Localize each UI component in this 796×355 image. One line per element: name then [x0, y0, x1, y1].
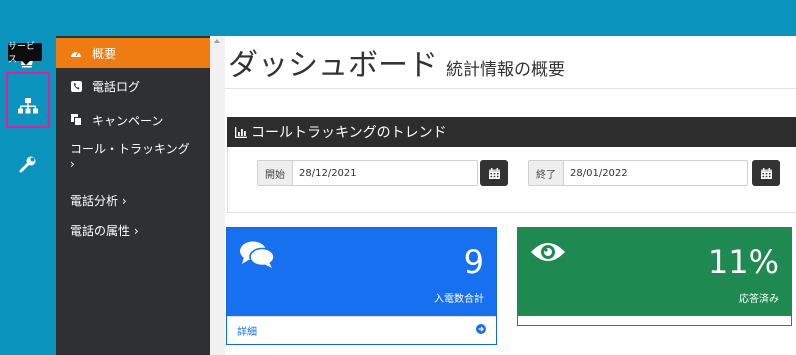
bar-chart-icon [235, 126, 247, 138]
answered-label: 応答済み [739, 294, 779, 305]
scroll-up-arrow-icon[interactable] [214, 39, 220, 43]
card-body: 9 入電数合計 [227, 228, 496, 316]
end-date-group: 終了 28/01/2022 [528, 160, 748, 186]
arrow-circle-right-icon [476, 324, 486, 337]
scrollbar[interactable] [210, 36, 225, 355]
icon-rail [0, 36, 56, 355]
top-bar [0, 0, 796, 36]
trend-panel-title: コールトラッキングのトレンド [251, 125, 447, 141]
calendar-icon [760, 164, 772, 183]
sitemap-icon [18, 98, 38, 118]
sidebar: 概要 電話ログ キャンペーン コール・トラッキング › 電話分析 › 電話の属性… [56, 36, 210, 355]
sidebar-item-label: 電話ログ [92, 79, 141, 94]
sidebar-item-call-analysis[interactable]: 電話分析 › [56, 188, 210, 212]
total-calls-value: 9 [463, 243, 484, 281]
services-tooltip: サービス [8, 42, 42, 65]
sidebar-item-label: コール・トラッキング [70, 142, 190, 156]
sidebar-item-campaign[interactable]: キャンペーン [56, 108, 210, 132]
details-link[interactable]: 詳細 [227, 316, 496, 344]
sidebar-item-label: キャンペーン [92, 113, 164, 128]
dashboard-icon [70, 48, 82, 58]
end-date-label: 終了 [529, 161, 564, 185]
end-date-input[interactable]: 28/01/2022 [564, 161, 747, 185]
comments-icon [239, 240, 275, 274]
rail-services-button[interactable] [6, 72, 50, 128]
eye-icon [530, 240, 566, 268]
sidebar-item-label: 電話の属性 › [70, 223, 139, 238]
sidebar-item-call-tracking[interactable]: コール・トラッキング › [56, 140, 210, 178]
answered-card: 11% 応答済み [517, 227, 792, 326]
details-link-label: 詳細 [237, 327, 257, 338]
total-calls-card: 9 入電数合計 詳細 [226, 227, 497, 345]
card-body: 11% 応答済み [518, 228, 791, 316]
start-date-calendar-button[interactable] [480, 160, 508, 186]
total-calls-label: 入電数合計 [434, 294, 484, 305]
start-date-label: 開始 [258, 161, 293, 185]
end-date-calendar-button[interactable] [752, 160, 780, 186]
sidebar-item-label: 電話分析 › [70, 193, 127, 208]
wrench-icon [19, 155, 37, 177]
trend-panel-header: コールトラッキングのトレンド [227, 117, 796, 147]
page-subtitle: 統計情報の概要 [446, 60, 565, 80]
sidebar-item-call-log[interactable]: 電話ログ [56, 74, 210, 98]
chevron-right-icon: › [70, 157, 75, 171]
page-title: ダッシュボード [228, 48, 438, 83]
start-date-input[interactable]: 28/12/2021 [293, 161, 477, 185]
sidebar-item-label: 概要 [92, 46, 117, 61]
phone-icon [70, 80, 82, 92]
copy-icon [70, 114, 82, 126]
answered-value: 11% [707, 243, 779, 281]
rail-settings-button[interactable] [0, 144, 56, 188]
page-header: ダッシュボード 統計情報の概要 [228, 40, 565, 84]
divider [225, 88, 796, 89]
calendar-icon [488, 164, 500, 183]
sidebar-item-overview[interactable]: 概要 [56, 38, 210, 68]
sidebar-item-call-attributes[interactable]: 電話の属性 › [56, 218, 210, 242]
start-date-group: 開始 28/12/2021 [257, 160, 478, 186]
